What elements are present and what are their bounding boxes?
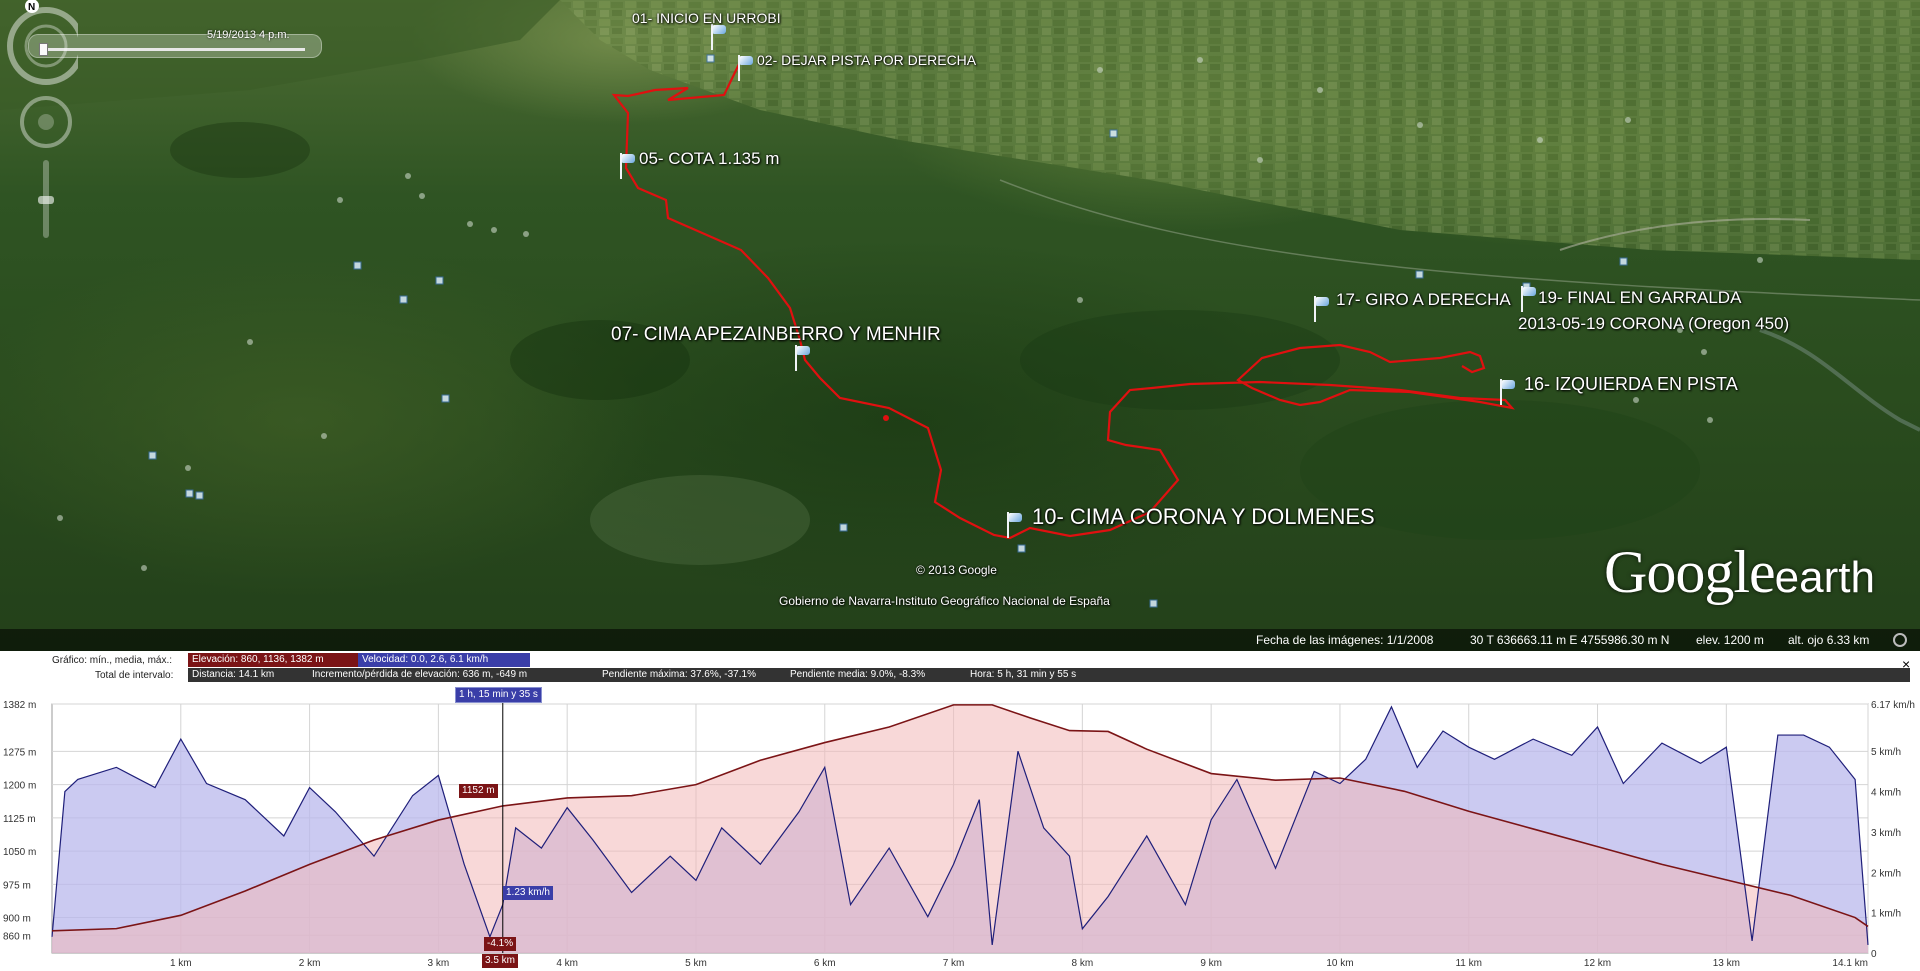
x-axis-tick-label: 11 km <box>1455 958 1482 969</box>
placemark-label[interactable]: 16- IZQUIERDA EN PISTA <box>1524 374 1738 395</box>
y2-axis-tick-label: 5 km/h <box>1871 747 1901 758</box>
y2-axis-tick-label: 3 km/h <box>1871 828 1901 839</box>
google-earth-logo: Googleearth <box>1604 539 1875 605</box>
compass-ring-icon[interactable]: N <box>7 0 78 85</box>
cursor-distance-tag: 3.5 km <box>482 954 519 968</box>
y2-axis-tick-label: 6.17 km/h <box>1871 700 1915 711</box>
streaming-status-icon <box>1893 633 1907 647</box>
y-axis-tick-label: 975 m <box>3 880 31 891</box>
y2-axis-tick-label: 2 km/h <box>1871 868 1901 879</box>
y-axis-tick-label: 1050 m <box>3 847 36 858</box>
x-axis-tick-label: 14.1 km <box>1832 958 1868 969</box>
placemark-label[interactable]: 02- DEJAR PISTA POR DERECHA <box>757 52 976 68</box>
cursor-coordinates: 30 T 636663.11 m E 4755986.30 m N <box>1470 633 1670 647</box>
imagery-date: Fecha de las imágenes: 1/1/2008 <box>1256 633 1434 647</box>
y-axis-tick-label: 1125 m <box>3 814 36 825</box>
x-axis-tick-label: 2 km <box>299 958 321 969</box>
cursor-time-tag: 1 h, 15 min y 35 s <box>455 687 542 703</box>
placemark-label[interactable]: 10- CIMA CORONA Y DOLMENES <box>1032 504 1375 530</box>
x-axis-tick-label: 8 km <box>1072 958 1094 969</box>
placemark-flag-icon[interactable] <box>1313 296 1331 322</box>
x-axis-tick-label: 3 km <box>428 958 450 969</box>
attribution-text: Gobierno de Navarra-Instituto Geográfico… <box>779 594 1110 608</box>
placemark-flag-icon[interactable] <box>1006 512 1024 538</box>
placemark-flag-icon[interactable] <box>1499 379 1517 405</box>
x-axis-tick-label: 10 km <box>1326 958 1353 969</box>
placemark-label[interactable]: 17- GIRO A DERECHA <box>1336 290 1511 310</box>
y2-axis-tick-label: 4 km/h <box>1871 788 1901 799</box>
pan-control-icon[interactable] <box>20 96 72 148</box>
zoom-slider-icon[interactable] <box>38 160 54 238</box>
x-axis-tick-label: 12 km <box>1584 958 1611 969</box>
placemark-flag-icon[interactable] <box>1520 286 1538 312</box>
placemark-flag-icon[interactable] <box>619 153 637 179</box>
cursor-speed-tag: 1.23 km/h <box>503 886 553 900</box>
y-axis-tick-label: 1275 m <box>3 747 36 758</box>
svg-text:N: N <box>28 2 35 13</box>
y-axis-tick-label: 900 m <box>3 914 31 925</box>
y-axis-tick-label: 1382 m <box>3 700 36 711</box>
x-axis-tick-label: 9 km <box>1200 958 1222 969</box>
placemark-flag-icon[interactable] <box>710 24 728 50</box>
placemark-flag-icon[interactable] <box>737 55 755 81</box>
x-axis-tick-label: 7 km <box>943 958 965 969</box>
placemark-label[interactable]: 05- COTA 1.135 m <box>639 149 779 169</box>
copyright-text: © 2013 Google <box>916 563 997 577</box>
status-bar: Fecha de las imágenes: 1/1/2008 30 T 636… <box>0 629 1920 651</box>
time-slider-datetime: 5/19/2013 4 p.m. <box>207 29 290 41</box>
y-axis-tick-label: 1200 m <box>3 781 36 792</box>
placemark-label[interactable]: 07- CIMA APEZAINBERRO Y MENHIR <box>611 324 941 346</box>
placemark-label[interactable]: 01- INICIO EN URROBI <box>632 10 781 26</box>
time-slider-track[interactable] <box>43 48 305 51</box>
eye-altitude: alt. ojo 6.33 km <box>1788 633 1870 647</box>
x-axis-tick-label: 4 km <box>556 958 578 969</box>
x-axis-tick-label: 5 km <box>685 958 707 969</box>
navigation-controls[interactable]: N <box>0 0 78 240</box>
placemark-flag-icon[interactable] <box>794 345 812 371</box>
y-axis-tick-label: 860 m <box>3 931 31 942</box>
x-axis-tick-label: 13 km <box>1713 958 1740 969</box>
cursor-elevation: elev. 1200 m <box>1696 633 1764 647</box>
x-axis-tick-label: 1 km <box>170 958 192 969</box>
map-view[interactable]: 5/19/2013 4 p.m. 01- INICIO EN URROBI 02… <box>0 0 1920 651</box>
x-axis-tick-label: 6 km <box>814 958 836 969</box>
y2-axis-tick-label: 0 <box>1871 949 1877 960</box>
profile-chart[interactable]: 1382 m 1275 m 1200 m 1125 m 1050 m 975 m 900 m… <box>0 651 1920 971</box>
track-name-label[interactable]: 2013-05-19 CORONA (Oregon 450) <box>1518 314 1789 334</box>
y2-axis-tick-label: 1 km/h <box>1871 909 1901 920</box>
cursor-slope-tag: -4.1% <box>484 937 517 951</box>
cursor-elevation-tag: 1152 m <box>459 784 498 798</box>
elevation-profile-panel[interactable]: Gráfico: mín., media, máx.: Elevación: 8… <box>0 651 1920 971</box>
placemark-label[interactable]: 19- FINAL EN GARRALDA <box>1538 288 1741 308</box>
